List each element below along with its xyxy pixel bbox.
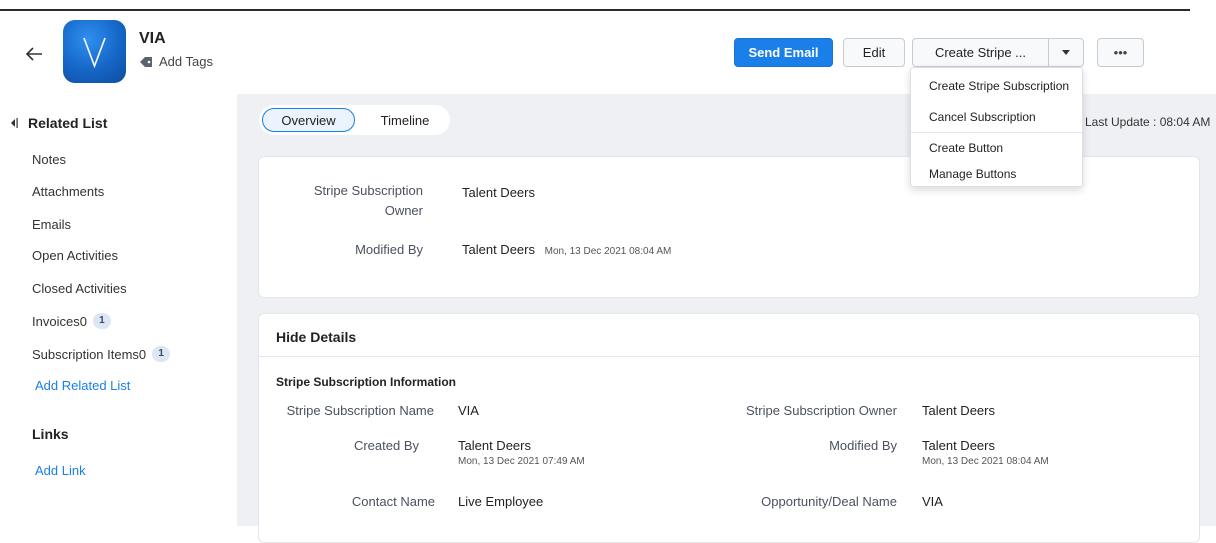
add-related-list-link[interactable]: Add Related List: [35, 378, 130, 393]
related-list-header[interactable]: Related List: [10, 115, 107, 131]
tab-timeline[interactable]: Timeline: [363, 108, 447, 132]
created-time: Mon, 13 Dec 2021 07:49 AM: [458, 456, 585, 467]
menu-divider: [911, 132, 1082, 133]
sidebar-item-label: Attachments: [32, 184, 105, 199]
tag-icon: [140, 56, 152, 67]
links-title: Links: [32, 426, 69, 442]
sidebar-item-label: Invoices0: [32, 313, 87, 329]
divider: [259, 356, 1199, 357]
deal-name-link[interactable]: VIA: [922, 494, 943, 509]
section-title: Stripe Subscription Information: [276, 375, 457, 389]
back-arrow-icon[interactable]: [24, 44, 44, 64]
modified-by-value: Talent Deers Mon, 13 Dec 2021 08:04 AM: [462, 242, 671, 257]
owner-label-line1: Stripe Subscription: [313, 183, 423, 198]
modified-time: Mon, 13 Dec 2021 08:04 AM: [544, 246, 672, 257]
modified-by-user[interactable]: Talent Deers: [462, 242, 535, 257]
create-stripe-button[interactable]: Create Stripe ...: [912, 38, 1049, 67]
subscription-owner-value[interactable]: Talent Deers: [922, 403, 995, 418]
create-stripe-dropdown-menu: Create Stripe Subscription Cancel Subscr…: [910, 67, 1083, 187]
details-modified-by-value: Talent Deers Mon, 13 Dec 2021 08:04 AM: [922, 438, 1049, 467]
create-stripe-dropdown-toggle[interactable]: [1048, 38, 1084, 67]
collapse-icon[interactable]: [10, 117, 18, 129]
subscription-name-label: Stripe Subscription Name: [286, 403, 434, 418]
send-email-button[interactable]: Send Email: [734, 38, 833, 67]
menu-item-create-button[interactable]: Create Button: [929, 141, 1003, 155]
sidebar-item-subscription-items[interactable]: Subscription Items0 1: [32, 346, 171, 362]
hide-details-toggle[interactable]: Hide Details: [276, 329, 356, 345]
subscription-name-value[interactable]: VIA: [458, 403, 479, 418]
details-modified-user[interactable]: Talent Deers: [922, 438, 1049, 453]
owner-value[interactable]: Talent Deers: [462, 185, 535, 200]
top-border: [0, 9, 1190, 11]
related-list-title: Related List: [28, 115, 108, 131]
caret-down-icon: [1062, 50, 1070, 55]
details-modified-time: Mon, 13 Dec 2021 08:04 AM: [922, 456, 1049, 467]
created-by-value: Talent Deers Mon, 13 Dec 2021 07:49 AM: [458, 438, 585, 467]
related-list-sidebar: Related List Notes Attachments Emails Op…: [0, 94, 237, 526]
sidebar-item-emails[interactable]: Emails: [32, 217, 71, 232]
sidebar-item-invoices[interactable]: Invoices0 1: [32, 313, 111, 329]
sidebar-item-label: Emails: [32, 217, 72, 232]
sidebar-item-notes[interactable]: Notes: [32, 152, 66, 167]
sidebar-item-attachments[interactable]: Attachments: [32, 184, 104, 199]
modified-by-label: Modified By: [355, 242, 423, 257]
count-badge: 1: [92, 313, 111, 329]
tab-overview[interactable]: Overview: [262, 108, 355, 132]
created-by-user[interactable]: Talent Deers: [458, 438, 585, 453]
subscription-owner-label: Stripe Subscription Owner: [745, 403, 897, 418]
more-options-button[interactable]: •••: [1097, 38, 1144, 67]
add-tags-link[interactable]: Add Tags: [139, 54, 213, 69]
menu-item-cancel-subscription[interactable]: Cancel Subscription: [929, 110, 1036, 124]
add-link[interactable]: Add Link: [35, 463, 86, 478]
created-by-label: Created By: [353, 438, 419, 453]
record-avatar: [63, 20, 126, 83]
contact-name-link[interactable]: Live Employee: [458, 494, 543, 509]
count-badge: 1: [152, 346, 171, 362]
edit-button[interactable]: Edit: [843, 38, 905, 67]
last-update-text: Last Update : 08:04 AM: [1085, 115, 1211, 129]
view-tabs: Overview Timeline: [259, 105, 450, 135]
details-modified-by-label: Modified By: [829, 438, 897, 453]
deal-name-label: Opportunity/Deal Name: [761, 494, 897, 509]
sidebar-item-label: Subscription Items0: [32, 346, 147, 362]
menu-item-manage-buttons[interactable]: Manage Buttons: [929, 167, 1016, 181]
sidebar-item-open-activities[interactable]: Open Activities: [32, 248, 118, 263]
owner-label: Stripe Subscription Owner: [279, 183, 423, 218]
menu-item-create-stripe-subscription[interactable]: Create Stripe Subscription: [929, 79, 1069, 93]
sidebar-item-label: Open Activities: [32, 248, 118, 263]
details-card: Hide Details Stripe Subscription Informa…: [258, 313, 1200, 543]
record-title: VIA: [139, 30, 166, 47]
add-tags-label: Add Tags: [159, 54, 213, 69]
sidebar-item-closed-activities[interactable]: Closed Activities: [32, 281, 127, 296]
sidebar-item-label: Closed Activities: [32, 281, 127, 296]
sidebar-item-label: Notes: [32, 152, 66, 167]
owner-label-line2: Owner: [384, 203, 423, 218]
contact-name-label: Contact Name: [351, 494, 435, 509]
